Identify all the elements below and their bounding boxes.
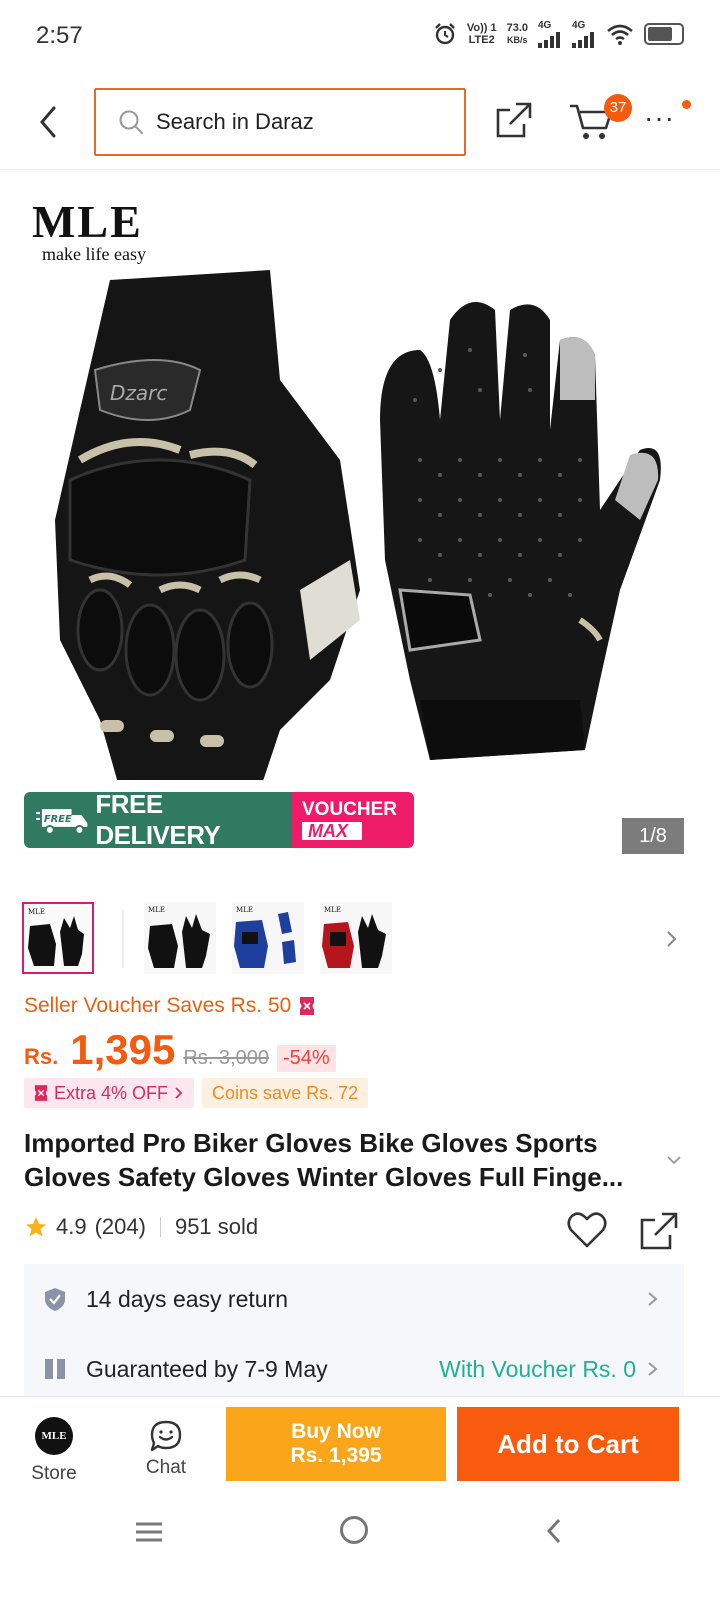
chevron-right-icon[interactable] <box>662 924 682 954</box>
signal-icon <box>572 32 594 48</box>
store-logo: MLE <box>35 1417 73 1455</box>
extra-off-tag[interactable]: Extra 4% OFF <box>24 1078 195 1108</box>
original-price: Rs. 3,000 <box>183 1047 269 1069</box>
back-arrow-icon[interactable] <box>32 100 64 144</box>
product-image-gallery[interactable]: MLE make life easy Dzarc FREE FREE DELIV… <box>0 170 720 870</box>
wifi-icon <box>607 24 633 45</box>
home-icon[interactable] <box>340 1516 368 1544</box>
shield-check-icon <box>45 1288 65 1311</box>
add-to-cart-button[interactable]: Add to Cart <box>457 1407 679 1481</box>
system-back-icon[interactable] <box>544 1516 564 1546</box>
delivery-row[interactable]: Guaranteed by 7-9 May With Voucher Rs. 0 <box>24 1334 684 1400</box>
review-count: (204) <box>94 1214 146 1239</box>
star-icon <box>26 1217 46 1237</box>
chat-button[interactable]: Chat <box>126 1411 206 1487</box>
chevron-right-icon <box>175 1087 183 1099</box>
thumbnail-image: MLE <box>232 902 304 974</box>
signal-icon <box>538 32 560 48</box>
price-currency: Rs. <box>24 1044 59 1069</box>
discount-badge: -54% <box>276 1045 336 1072</box>
rating-row[interactable]: 4.9 (204) 951 sold <box>24 1214 258 1240</box>
seller-voucher[interactable]: Seller Voucher Saves Rs. 50 <box>24 994 315 1018</box>
search-placeholder: Search in Daraz <box>156 109 314 134</box>
chevron-right-icon <box>648 1292 658 1306</box>
svg-text:Dzarc: Dzarc <box>110 381 167 405</box>
price-row: Rs. 1,395 Rs. 3,000 -54% <box>24 1026 336 1078</box>
service-info-box: 14 days easy return Guaranteed by 7-9 Ma… <box>24 1264 684 1400</box>
status-time: 2:57 <box>36 22 83 49</box>
thumbnail-image: MLE <box>24 904 92 972</box>
thumbnail-image: MLE <box>320 902 392 974</box>
thumbnail-image: MLE <box>144 902 216 974</box>
network-speed: 73.0 KB/s <box>506 22 528 45</box>
thumbnail-strip: MLE MLE MLE MLE <box>0 902 720 978</box>
free-delivery-badge: FREE FREE DELIVERY <box>24 792 292 848</box>
status-icons: Vo)) 1 LTE2 73.0 KB/s 4G 4G <box>433 20 684 48</box>
sold-count: 951 sold <box>174 1214 259 1239</box>
product-image: Dzarc <box>55 270 661 780</box>
bottom-action-bar: MLE Store Chat Buy Now Rs. 1,395 Add to … <box>0 1396 720 1496</box>
product-title: Imported Pro Biker Gloves Bike Gloves Sp… <box>24 1128 624 1192</box>
top-header: Search in Daraz 37 ··· <box>0 80 720 170</box>
thumbnail[interactable]: MLE <box>320 902 392 974</box>
search-input[interactable]: Search in Daraz <box>94 88 466 156</box>
share-icon[interactable] <box>638 1210 680 1252</box>
store-button[interactable]: MLE Store <box>14 1411 94 1487</box>
return-policy-row[interactable]: 14 days easy return <box>24 1264 684 1334</box>
coins-save-tag: Coins save Rs. 72 <box>202 1078 369 1108</box>
voucher-ticket-icon <box>300 997 315 1015</box>
thumbnail[interactable]: MLE <box>144 902 216 974</box>
thumbnail-divider <box>122 910 124 968</box>
svg-text:FREE: FREE <box>44 814 72 825</box>
battery-icon <box>644 23 684 45</box>
rating-value: 4.9 <box>56 1214 87 1239</box>
image-page-counter: 1/8 <box>622 818 684 854</box>
share-icon[interactable] <box>494 100 534 140</box>
thumbnail[interactable]: MLE <box>232 902 304 974</box>
notification-dot <box>682 100 691 109</box>
thumbnail[interactable]: MLE <box>22 902 94 974</box>
signal-2: 4G <box>572 20 596 48</box>
delivery-box-icon <box>45 1359 65 1379</box>
voucher-max-badge: VOUCHER MAX <box>292 792 414 848</box>
volte-indicator: Vo)) 1 LTE2 <box>466 22 497 46</box>
delivery-voucher: With Voucher Rs. 0 <box>439 1355 636 1382</box>
chevron-right-icon <box>648 1362 658 1376</box>
signal-1: 4G <box>538 20 562 48</box>
buy-now-button[interactable]: Buy Now Rs. 1,395 <box>226 1407 446 1481</box>
voucher-ticket-icon <box>34 1085 48 1101</box>
recent-apps-icon[interactable] <box>134 1520 164 1544</box>
more-options-icon[interactable]: ··· <box>644 104 680 132</box>
brand-logo: MLE make life easy <box>32 196 146 265</box>
svg-text:MLE: MLE <box>236 906 253 914</box>
promo-tags: Extra 4% OFF Coins save Rs. 72 <box>24 1078 369 1108</box>
cart-count-badge: 37 <box>604 94 632 122</box>
system-navigation-bar <box>0 1496 720 1600</box>
alarm-icon <box>434 23 455 45</box>
chat-bubble-icon <box>150 1420 182 1452</box>
search-icon <box>119 110 143 134</box>
divider <box>159 1217 161 1237</box>
status-bar: 2:57 Vo)) 1 LTE2 73.0 KB/s 4G 4G <box>0 0 720 72</box>
svg-text:MLE: MLE <box>324 906 341 914</box>
chevron-down-icon[interactable] <box>664 1150 684 1170</box>
svg-text:MLE: MLE <box>28 908 45 916</box>
wishlist-heart-icon[interactable] <box>566 1210 608 1250</box>
promo-banner: FREE FREE DELIVERY VOUCHER MAX <box>24 792 414 848</box>
svg-text:MLE: MLE <box>148 906 165 914</box>
current-price: 1,395 <box>70 1026 176 1073</box>
delivery-truck-icon: FREE <box>36 809 88 835</box>
